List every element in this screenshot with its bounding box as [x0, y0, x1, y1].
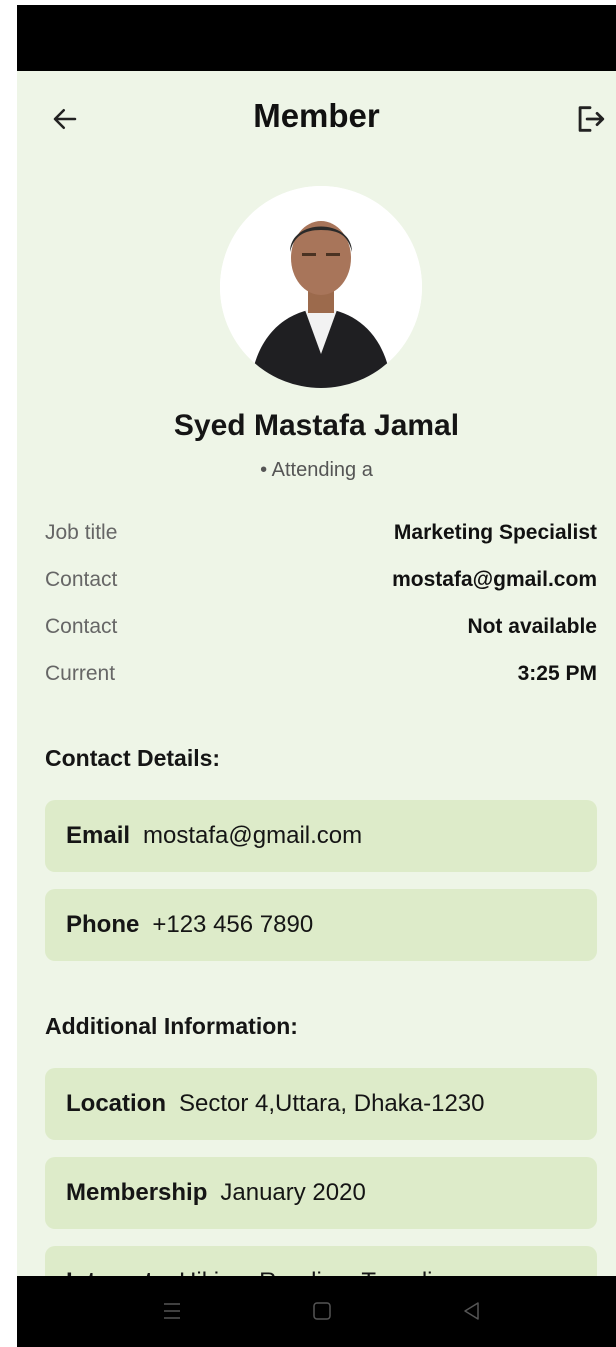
menu-icon: [164, 1303, 180, 1319]
info-row-job-title: Job title Marketing Specialist: [45, 518, 597, 548]
additional-info-title: Additional Information:: [45, 1013, 298, 1039]
info-label: Contact: [45, 568, 118, 591]
email-card[interactable]: Email mostafa@gmail.com: [45, 800, 597, 872]
info-value: Marketing Specialist: [393, 521, 597, 544]
card-key: Location: [66, 1090, 166, 1117]
avatar: [220, 186, 422, 388]
info-label: Contact: [45, 615, 118, 638]
member-status: • Attending a: [260, 459, 373, 481]
system-navigation-bar: [17, 1276, 616, 1347]
info-label: Job title: [45, 521, 118, 544]
location-card[interactable]: Location Sector 4,Uttara, Dhaka-1230: [45, 1068, 597, 1140]
card-value: January 2020: [220, 1179, 366, 1206]
app-bar: Member: [17, 71, 616, 167]
system-back-button[interactable]: [457, 1296, 487, 1326]
card-key: Membership: [66, 1179, 208, 1206]
card-value: Sector 4,Uttara, Dhaka-1230: [179, 1090, 485, 1117]
page-title: Member: [253, 97, 380, 134]
card-value: Hiking, Reading, Traveling: [179, 1268, 459, 1276]
home-square-icon: [313, 1302, 331, 1320]
phone-frame: Member Syed Mastafa Jamal • Attending a …: [17, 5, 616, 1347]
membership-card[interactable]: Membership January 2020: [45, 1157, 597, 1229]
interests-card[interactable]: Interests Hiking, Reading, Traveling: [45, 1246, 597, 1276]
info-value: 3:25 PM: [517, 662, 597, 685]
card-key: Email: [66, 822, 131, 849]
member-name: Syed Mastafa Jamal: [173, 409, 460, 442]
phone-card[interactable]: Phone +123 456 7890: [45, 889, 597, 961]
home-button[interactable]: [307, 1296, 337, 1326]
person-photo-icon: [220, 186, 422, 388]
recent-apps-button[interactable]: [157, 1296, 187, 1326]
contact-details-title: Contact Details:: [45, 745, 221, 771]
card-value: mostafa@gmail.com: [143, 822, 363, 849]
back-triangle-icon: [464, 1302, 479, 1320]
logout-icon: [578, 106, 605, 132]
info-value: mostafa@gmail.com: [392, 568, 597, 591]
info-row-current-time: Current 3:25 PM: [45, 659, 597, 689]
info-row-contact-email: Contact mostafa@gmail.com: [45, 565, 597, 595]
info-row-contact-phone: Contact Not available: [45, 612, 597, 642]
card-key: Interests: [66, 1268, 166, 1276]
member-screen: Member Syed Mastafa Jamal • Attending a …: [17, 71, 616, 1276]
info-label: Current: [45, 662, 116, 685]
card-key: Phone: [66, 911, 140, 938]
info-value: Not available: [467, 615, 597, 638]
logout-button[interactable]: [568, 97, 612, 141]
card-value: +123 456 7890: [152, 911, 314, 938]
